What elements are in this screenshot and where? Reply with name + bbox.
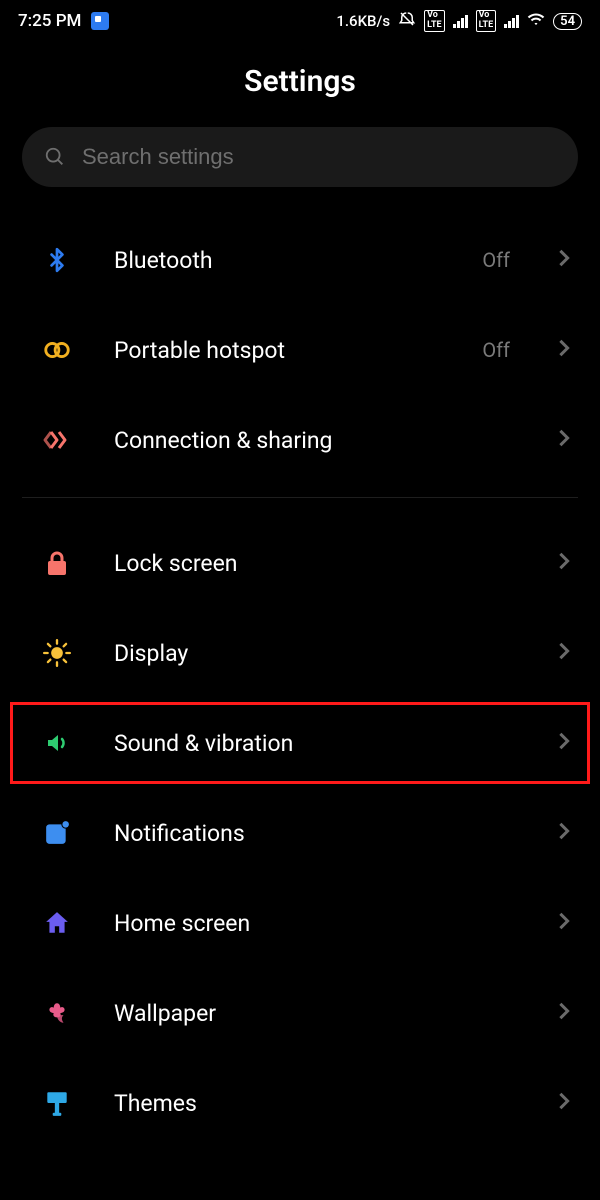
volte-badge-1: VoLTE [424, 10, 445, 32]
search-icon [44, 146, 66, 168]
settings-group-device: Lock screen Display Sound & vibration No… [0, 518, 600, 1148]
row-label: Portable hotspot [114, 337, 442, 364]
row-label: Display [114, 640, 518, 667]
volte-badge-2: VoLTE [476, 10, 497, 32]
hotspot-icon [40, 339, 74, 361]
chevron-right-icon [558, 338, 570, 362]
row-hotspot[interactable]: Portable hotspot Off [0, 305, 600, 395]
row-label: Sound & vibration [114, 730, 518, 757]
row-home-screen[interactable]: Home screen [0, 878, 600, 968]
row-bluetooth[interactable]: Bluetooth Off [0, 215, 600, 305]
section-divider [22, 497, 578, 498]
row-wallpaper[interactable]: Wallpaper [0, 968, 600, 1058]
row-themes[interactable]: Themes [0, 1058, 600, 1148]
bluetooth-icon [40, 245, 74, 275]
chevron-right-icon [558, 1091, 570, 1115]
flower-icon [40, 1000, 74, 1026]
chevron-right-icon [558, 1001, 570, 1025]
row-label: Connection & sharing [114, 427, 518, 454]
lock-icon [40, 550, 74, 576]
chevron-right-icon [558, 911, 570, 935]
chevron-right-icon [558, 428, 570, 452]
row-label: Notifications [114, 820, 518, 847]
row-lock-screen[interactable]: Lock screen [0, 518, 600, 608]
status-bar: 7:25 PM 1.6KB/s VoLTE VoLTE 54 [0, 0, 600, 40]
search-bar[interactable] [22, 127, 578, 187]
notifications-icon [40, 820, 74, 846]
row-notifications[interactable]: Notifications [0, 788, 600, 878]
row-label: Home screen [114, 910, 518, 937]
home-icon [40, 910, 74, 936]
battery-indicator: 54 [553, 13, 582, 30]
chevron-right-icon [558, 641, 570, 665]
sound-icon [40, 731, 74, 755]
chevron-right-icon [558, 551, 570, 575]
chevron-right-icon [558, 731, 570, 755]
sun-icon [40, 639, 74, 667]
settings-group-connectivity: Bluetooth Off Portable hotspot Off Conne… [0, 215, 600, 485]
recent-app-icon [91, 12, 109, 30]
dnd-icon [398, 10, 416, 32]
page-title: Settings [0, 64, 600, 99]
brush-icon [40, 1089, 74, 1117]
row-display[interactable]: Display [0, 608, 600, 698]
row-label: Bluetooth [114, 247, 442, 274]
row-label: Lock screen [114, 550, 518, 577]
status-data-rate: 1.6KB/s [336, 12, 390, 30]
row-value: Off [482, 338, 510, 362]
signal-bars-1 [453, 14, 468, 28]
row-connection-sharing[interactable]: Connection & sharing [0, 395, 600, 485]
share-icon [40, 427, 74, 453]
wifi-icon [527, 10, 545, 32]
row-sound-vibration[interactable]: Sound & vibration [0, 698, 600, 788]
search-input[interactable] [82, 144, 556, 170]
row-label: Wallpaper [114, 1000, 518, 1027]
row-label: Themes [114, 1090, 518, 1117]
chevron-right-icon [558, 821, 570, 845]
chevron-right-icon [558, 248, 570, 272]
row-value: Off [482, 248, 510, 272]
status-time: 7:25 PM [18, 11, 81, 31]
signal-bars-2 [504, 14, 519, 28]
